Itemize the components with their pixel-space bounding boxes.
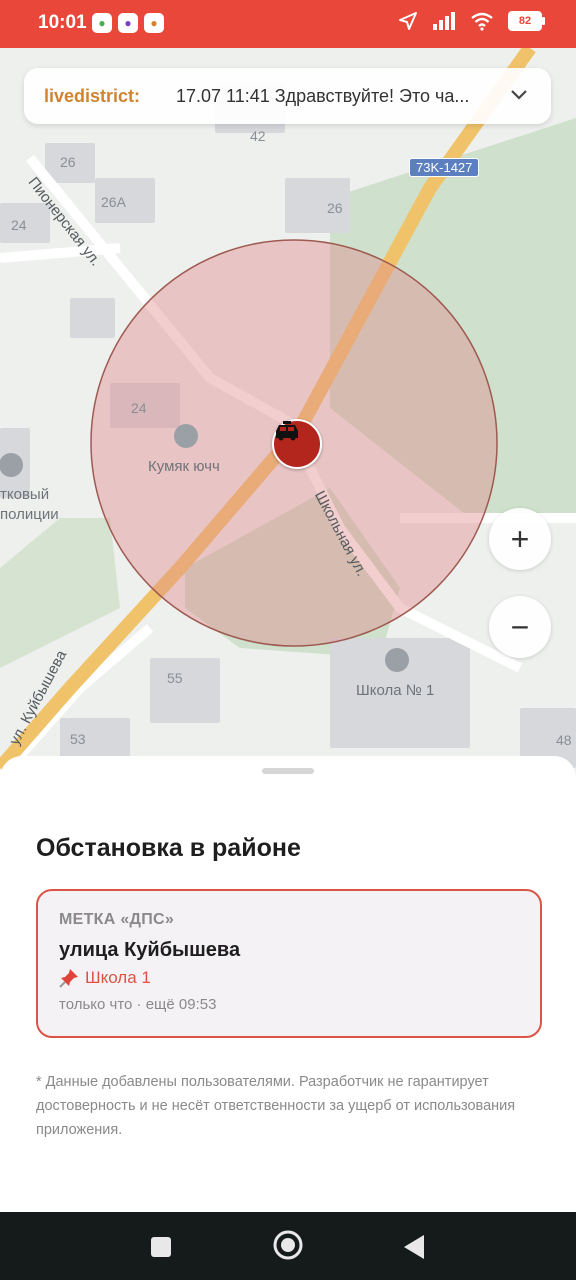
disclaimer-text: * Данные добавлены пользователями. Разра… bbox=[36, 1074, 516, 1138]
location-arrow-icon bbox=[399, 12, 417, 30]
recents-button-icon[interactable] bbox=[150, 1236, 172, 1258]
battery-icon: 82 bbox=[508, 11, 545, 31]
taxi-marker[interactable] bbox=[272, 419, 322, 469]
house-number: 55 bbox=[167, 670, 183, 686]
zoom-out-button[interactable]: − bbox=[489, 596, 551, 658]
police-icon bbox=[0, 453, 23, 477]
chevron-down-icon[interactable] bbox=[507, 82, 531, 106]
map[interactable]: 73K-1427 42 26 26А 24 26 24 55 53 48 Кум… bbox=[0, 48, 576, 788]
bottom-sheet[interactable]: Обстановка в районе МЕТКА «ДПС» улица Ку… bbox=[0, 756, 576, 1212]
alert-card[interactable]: МЕТКА «ДПС» улица Куйбышева Школа 1 толь… bbox=[36, 889, 542, 1038]
notification-sender: livedistrict: bbox=[44, 86, 141, 106]
app-mascot-icon: ● bbox=[144, 13, 164, 33]
poi-icon bbox=[174, 424, 198, 448]
card-place: Школа 1 bbox=[59, 968, 151, 988]
police-label-line1: тковый bbox=[0, 486, 50, 503]
zoom-in-label: + bbox=[510, 521, 530, 557]
school-icon bbox=[385, 648, 409, 672]
card-place-label: Школа 1 bbox=[85, 968, 151, 987]
poi-label: Кумяк ючч bbox=[148, 458, 220, 475]
status-app-icons: ● ● ● bbox=[92, 13, 164, 33]
card-tag: МЕТКА «ДПС» bbox=[59, 911, 175, 928]
house-number: 48 bbox=[556, 732, 572, 748]
house-number: 26 bbox=[60, 154, 76, 170]
status-time: 10:01 bbox=[38, 12, 87, 33]
notification-text: 17.07 11:41 Здравствуйте! Это ча... bbox=[176, 86, 470, 106]
house-number: 26 bbox=[327, 200, 343, 216]
card-meta: только что · ещё 09:53 bbox=[59, 996, 217, 1013]
house-number: 24 bbox=[11, 217, 27, 233]
home-button-icon[interactable] bbox=[272, 1229, 304, 1261]
zoom-out-label: − bbox=[510, 609, 530, 645]
wifi-icon bbox=[471, 12, 493, 31]
signal-icon bbox=[433, 12, 455, 30]
system-nav-bar bbox=[0, 1212, 576, 1280]
app-notification-icon: ● bbox=[92, 13, 112, 33]
sheet-title: Обстановка в районе bbox=[36, 834, 301, 862]
house-number: 26А bbox=[101, 194, 126, 210]
status-right: 82 bbox=[398, 11, 545, 31]
app-chat-icon: ● bbox=[118, 13, 138, 33]
notification-banner[interactable]: livedistrict: 17.07 11:41 Здравствуйте! … bbox=[24, 68, 551, 124]
card-street: улица Куйбышева bbox=[59, 939, 241, 961]
pin-icon bbox=[59, 969, 78, 988]
map-canvas bbox=[0, 48, 576, 782]
status-bar: 10:01 ● ● ● 82 bbox=[0, 0, 576, 48]
house-number: 53 bbox=[70, 731, 86, 747]
road-number-badge: 73K-1427 bbox=[409, 158, 480, 177]
house-number: 42 bbox=[250, 128, 266, 144]
house-number: 24 bbox=[131, 400, 147, 416]
back-button-icon[interactable] bbox=[402, 1234, 426, 1260]
zoom-in-button[interactable]: + bbox=[489, 508, 551, 570]
police-label-line2: полиции bbox=[0, 506, 59, 523]
sheet-drag-handle[interactable] bbox=[262, 768, 314, 774]
car-icon bbox=[276, 421, 298, 441]
school-label: Школа № 1 bbox=[356, 682, 435, 699]
